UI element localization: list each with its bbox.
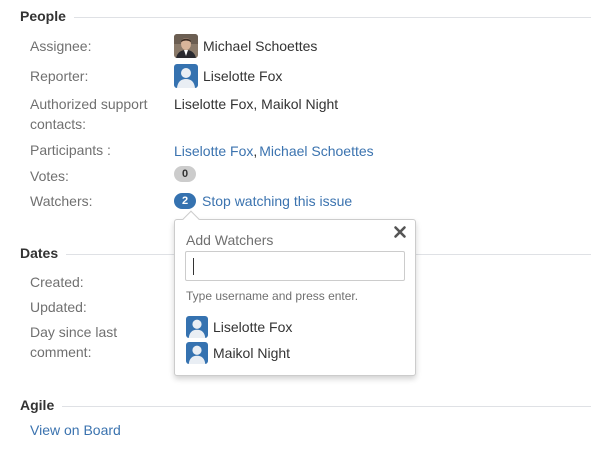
people-section-header: People bbox=[20, 6, 591, 26]
view-on-board-link[interactable]: View on Board bbox=[30, 420, 121, 440]
add-watchers-dialog: Add Watchers Type username and press ent… bbox=[174, 210, 416, 376]
assignee-label: Assignee: bbox=[30, 38, 92, 54]
support-label-line2: contacts: bbox=[30, 116, 87, 132]
text-cursor bbox=[193, 258, 194, 275]
last-comment-label: Day since last comment: bbox=[30, 322, 117, 362]
support-label: Authorized support contacts: bbox=[30, 94, 148, 134]
watchers-label: Watchers: bbox=[30, 193, 93, 209]
section-divider bbox=[62, 405, 591, 407]
watchers-count-badge[interactable]: 2 bbox=[174, 193, 196, 209]
dates-section-title: Dates bbox=[20, 245, 59, 261]
suggestion-name: Liselotte Fox bbox=[213, 319, 293, 335]
section-divider bbox=[73, 16, 591, 18]
participants-label: Participants : bbox=[30, 142, 111, 158]
watcher-username-input[interactable] bbox=[185, 251, 405, 281]
reporter-label: Reporter: bbox=[30, 68, 89, 84]
participant-link[interactable]: Liselotte Fox bbox=[174, 141, 253, 161]
votes-label: Votes: bbox=[30, 168, 69, 184]
votes-value[interactable]: 0 bbox=[174, 166, 202, 182]
created-label: Created: bbox=[30, 274, 84, 290]
reporter-avatar bbox=[174, 64, 198, 88]
participant-link[interactable]: Michael Schoettes bbox=[259, 141, 373, 161]
suggestion-name: Maikol Night bbox=[213, 345, 291, 361]
last-comment-label-line2: comment: bbox=[30, 344, 92, 360]
reporter-value[interactable]: Liselotte Fox bbox=[174, 64, 282, 88]
close-icon[interactable] bbox=[392, 224, 408, 240]
assignee-name: Michael Schoettes bbox=[203, 38, 318, 54]
support-value: Liselotte Fox, Maikol Night bbox=[174, 96, 339, 112]
participant-separator: , bbox=[253, 143, 258, 159]
agile-section-header: Agile bbox=[20, 395, 591, 415]
assignee-value[interactable]: Michael Schoettes bbox=[174, 34, 317, 58]
last-comment-label-line1: Day since last bbox=[30, 324, 118, 340]
user-avatar-icon bbox=[186, 342, 208, 364]
support-label-line1: Authorized support bbox=[30, 96, 148, 112]
user-avatar-icon bbox=[186, 316, 208, 338]
popup-arrow bbox=[182, 210, 200, 228]
reporter-name: Liselotte Fox bbox=[203, 68, 283, 84]
add-watchers-title: Add Watchers bbox=[186, 232, 274, 248]
votes-count-badge[interactable]: 0 bbox=[174, 166, 196, 182]
watchers-value: 2 Stop watching this issue bbox=[174, 191, 352, 211]
participants-value: Liselotte Fox, Michael Schoettes bbox=[174, 141, 374, 161]
people-section-title: People bbox=[20, 8, 66, 24]
updated-label: Updated: bbox=[30, 299, 87, 315]
assignee-avatar bbox=[174, 34, 198, 58]
watcher-suggestion[interactable]: Liselotte Fox bbox=[186, 315, 292, 339]
add-watchers-hint: Type username and press enter. bbox=[186, 289, 359, 303]
watcher-suggestion[interactable]: Maikol Night bbox=[186, 341, 290, 365]
agile-section-title: Agile bbox=[20, 397, 55, 413]
stop-watching-link[interactable]: Stop watching this issue bbox=[202, 191, 352, 211]
